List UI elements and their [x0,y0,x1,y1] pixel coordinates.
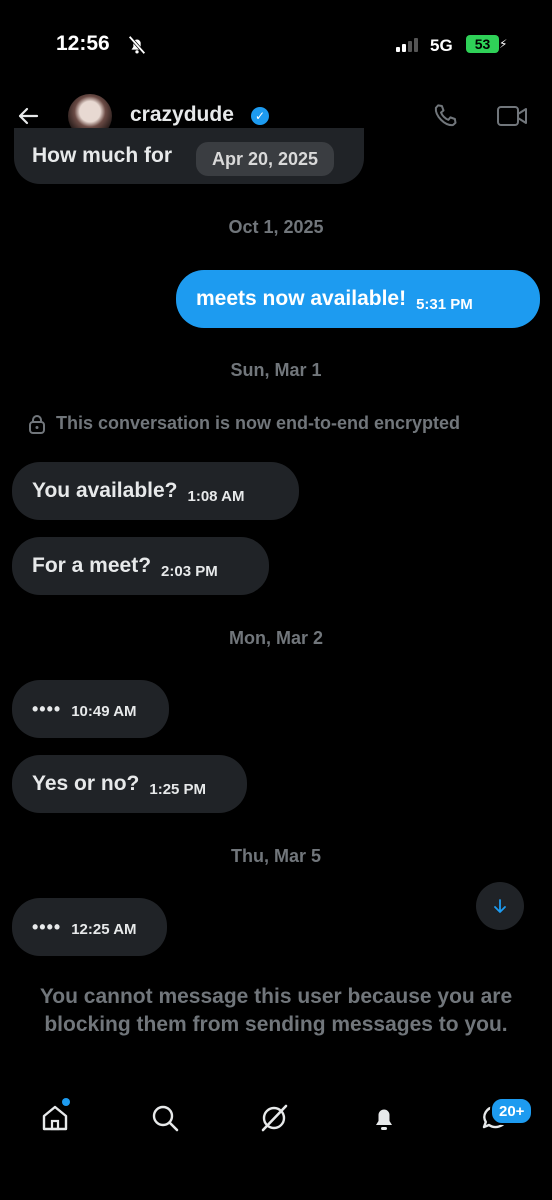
status-time: 12:56 [56,32,110,55]
date-separator: Sun, Mar 1 [230,360,322,380]
message-time: 10:49 AM [71,702,137,720]
search-icon[interactable] [150,1103,180,1133]
message-bubble-received[interactable]: •••• 12:25 AM [12,898,167,956]
charging-icon: ⚡ [499,37,508,51]
message-bubble-sent[interactable]: meets now available! 5:31 PM [176,270,540,328]
message-time: 1:25 PM [149,780,207,798]
scroll-to-bottom-button[interactable] [476,882,524,930]
floating-date-pill: Apr 20, 2025 [196,142,335,176]
message-bubble-received[interactable]: Yes or no? 1:25 PM [12,755,247,813]
message-time: 12:25 AM [71,920,137,938]
lock-icon [29,414,45,434]
date-separator: Oct 1, 2025 [228,217,324,237]
arrow-down-icon [494,899,506,913]
message-text: Yes or no? [32,772,140,795]
grok-icon[interactable] [259,1103,289,1133]
date-separator: Mon, Mar 2 [228,628,323,648]
back-arrow-icon[interactable] [16,104,40,128]
video-icon[interactable] [496,103,528,129]
verified-badge-icon: ✓ [251,107,269,125]
message-bubble-received[interactable]: •••• 10:49 AM [12,680,169,738]
message-bubble-received[interactable]: For a meet? 2:03 PM [12,537,269,595]
message-text: •••• [32,916,62,937]
home-icon[interactable] [40,1103,70,1133]
network-type: 5G [430,36,453,55]
messages-badge: 20+ [490,1097,534,1125]
message-bubble-received[interactable]: You available? 1:08 AM [12,462,299,520]
conversation-username[interactable]: crazydude [130,103,234,127]
battery-level: 53 [466,35,499,53]
phone-icon[interactable] [430,101,460,131]
message-text: meets now available! [196,287,407,310]
encryption-notice: This conversation is now end-to-end encr… [28,413,460,434]
encryption-notice-text: This conversation is now end-to-end encr… [56,413,461,433]
cell-signal-icon [396,38,418,52]
message-text: You available? [32,479,178,502]
home-notification-dot [62,1098,70,1106]
bell-off-icon [128,35,146,55]
message-time: 5:31 PM [416,295,473,313]
message-text: How much for [32,144,172,167]
date-separator: Thu, Mar 5 [230,846,321,866]
message-time: 1:08 AM [187,487,245,505]
message-time: 2:03 PM [161,562,218,580]
blocked-notice: You cannot message this user because you… [39,985,513,1036]
notifications-icon[interactable] [369,1103,399,1133]
message-text: For a meet? [32,554,152,577]
message-text: •••• [32,698,62,719]
